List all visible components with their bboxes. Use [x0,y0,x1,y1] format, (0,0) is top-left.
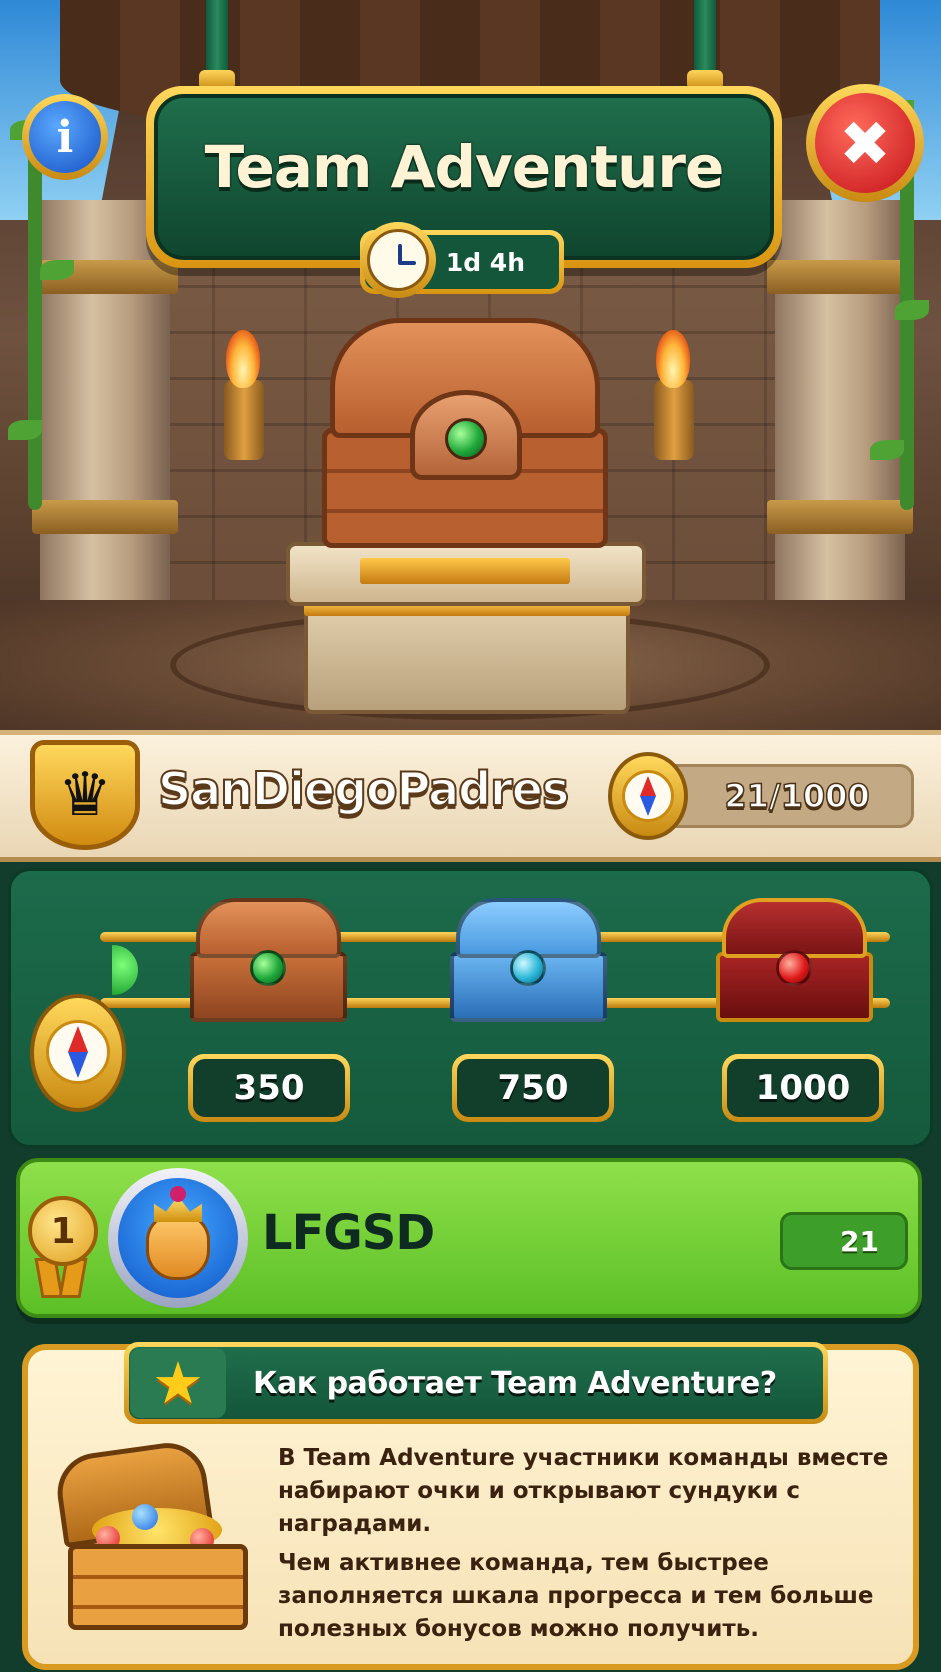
ruby-gem-icon [776,950,812,986]
how-it-works-title: Как работает Team Adventure? [253,1365,777,1401]
reward-threshold: 750 [452,1054,614,1122]
compass-needle [640,776,656,796]
pillar-band [767,500,913,534]
chest-body [68,1544,248,1630]
torch-holder [654,380,694,460]
rank-number: 1 [50,1210,76,1252]
emerald-gem-icon [250,950,286,986]
compass-needle [68,1052,88,1078]
star-icon: ★ [130,1348,226,1418]
how-it-works-paragraph: Чем активнее команда, тем быстрее заполн… [278,1550,874,1642]
close-icon: ✖ [815,93,915,193]
star-glyph: ★ [152,1349,204,1417]
stopwatch-hand [398,261,416,265]
how-it-works-text: В Team Adventure участники команды вмест… [278,1442,908,1652]
pedestal-ornament [360,558,570,584]
team-progress-text: 21/1000 [724,776,871,816]
close-button[interactable]: ✖ [806,84,924,202]
pillar-right [767,200,913,600]
pillar-band [767,260,913,294]
how-it-works-header: Как работает Team Adventure? [124,1342,828,1424]
chest-lid [456,898,601,958]
avatar-character-icon [146,1214,210,1280]
sapphire-gem-icon [132,1504,158,1530]
crown-glyph: ♛ [58,760,112,830]
player-score-pill: 21 [780,1212,908,1270]
leaf-icon [870,440,904,460]
compass-icon [608,752,688,840]
how-it-works-header-inner: Как работает Team Adventure? [129,1347,823,1419]
banner-rope [694,0,716,80]
blue-chest-icon[interactable] [446,898,611,1028]
pedestal-base [304,602,630,714]
rank-medal-icon: 1 [28,1196,98,1266]
compass-needle [68,1026,88,1052]
aqua-gem-icon [510,950,546,986]
pillar-band [32,500,178,534]
flame-icon [226,330,260,388]
reward-threshold: 1000 [722,1054,884,1122]
main-chest-icon[interactable] [280,318,660,718]
leaf-icon [895,300,929,320]
compass-needle [640,796,656,816]
timer-text: 1d 4h [445,247,525,277]
avatar-gem-icon [170,1186,186,1202]
reward-threshold-value: 750 [457,1059,609,1117]
vine-right [900,150,914,510]
track-compass-icon [30,994,126,1112]
info-button[interactable]: i [22,94,108,180]
torch-icon [212,330,272,460]
avatar[interactable] [108,1168,248,1308]
crown-icon: ♛ [30,740,140,850]
leaf-icon [40,260,74,280]
how-it-works-paragraph: В Team Adventure участники команды вмест… [278,1445,889,1537]
ruby-gold-chest-icon[interactable] [712,898,877,1028]
treasure-chest-icon [52,1438,262,1638]
reward-threshold-value: 350 [193,1059,345,1117]
reward-threshold: 350 [188,1054,350,1122]
leaf-icon [8,420,42,440]
emerald-gem-icon [445,418,487,460]
chest-lid [196,898,341,958]
info-icon: i [29,101,101,173]
player-name: LFGSD [262,1205,435,1261]
copper-chest-icon[interactable] [186,898,351,1028]
stopwatch-icon [360,222,436,298]
stopwatch-face [367,229,429,291]
team-name: SanDiegoPadres [157,761,570,817]
reward-threshold-value: 1000 [727,1059,879,1117]
banner-rope [206,0,228,80]
chest-lid [722,898,867,958]
vine-left [28,150,42,510]
flame-icon [656,330,690,388]
avatar-inner [118,1178,238,1298]
page-title: Team Adventure [204,133,725,201]
torch-holder [224,380,264,460]
player-score: 21 [840,1224,879,1258]
